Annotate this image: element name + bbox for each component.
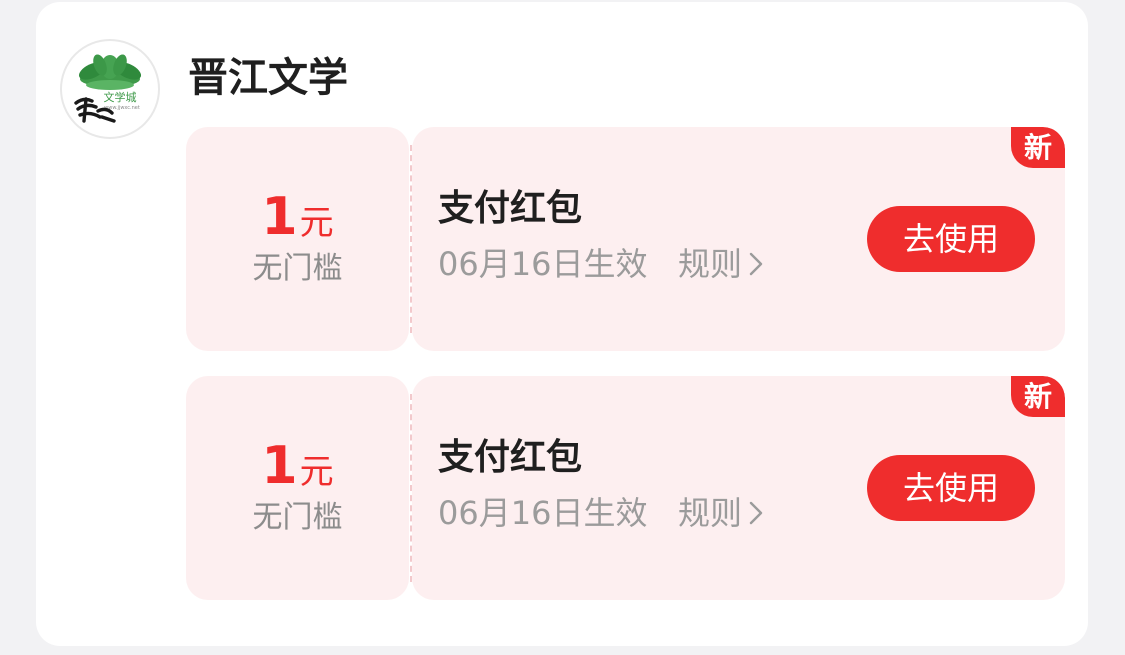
use-coupon-button[interactable]: 去使用 [867,206,1035,272]
coupon-amount-unit: 元 [299,203,334,243]
new-badge: 新 [1011,376,1065,417]
rules-label: 规则 [678,494,743,532]
chevron-right-icon [749,501,763,525]
merchant-name: 晋江文学 [188,55,348,101]
coupon-item: 1元 无门槛 支付红包 06月16日生效 规则 去使用 新 [186,127,1065,351]
chevron-right-icon [749,252,763,276]
coupon-title: 支付红包 [438,188,583,229]
jinjiang-logo-icon: 文学城 www.jjwxc.net [74,54,142,123]
merchant-logo: 文学城 www.jjwxc.net [60,39,160,139]
rules-label: 规则 [678,245,743,283]
coupon-main: 支付红包 06月16日生效 规则 去使用 新 [412,376,1065,600]
rules-link[interactable]: 规则 [678,492,764,534]
rules-link[interactable]: 规则 [678,243,764,285]
new-badge: 新 [1011,127,1065,168]
use-coupon-button[interactable]: 去使用 [867,455,1035,521]
coupon-effective-date: 06月16日生效 [438,245,648,283]
coupon-item: 1元 无门槛 支付红包 06月16日生效 规则 去使用 新 [186,376,1065,600]
svg-text:文学城: 文学城 [104,90,137,104]
coupon-amount-value: 1 [261,436,298,496]
coupon-title: 支付红包 [438,437,583,478]
coupon-threshold: 无门槛 [252,251,343,286]
coupon-threshold: 无门槛 [252,500,343,535]
coupon-amount-unit: 元 [299,452,334,492]
coupon-amount: 1元 [186,187,409,253]
coupon-effective-date: 06月16日生效 [438,494,648,532]
coupon-main: 支付红包 06月16日生效 规则 去使用 新 [412,127,1065,351]
coupon-amount-value: 1 [261,187,298,247]
coupon-amount: 1元 [186,436,409,502]
